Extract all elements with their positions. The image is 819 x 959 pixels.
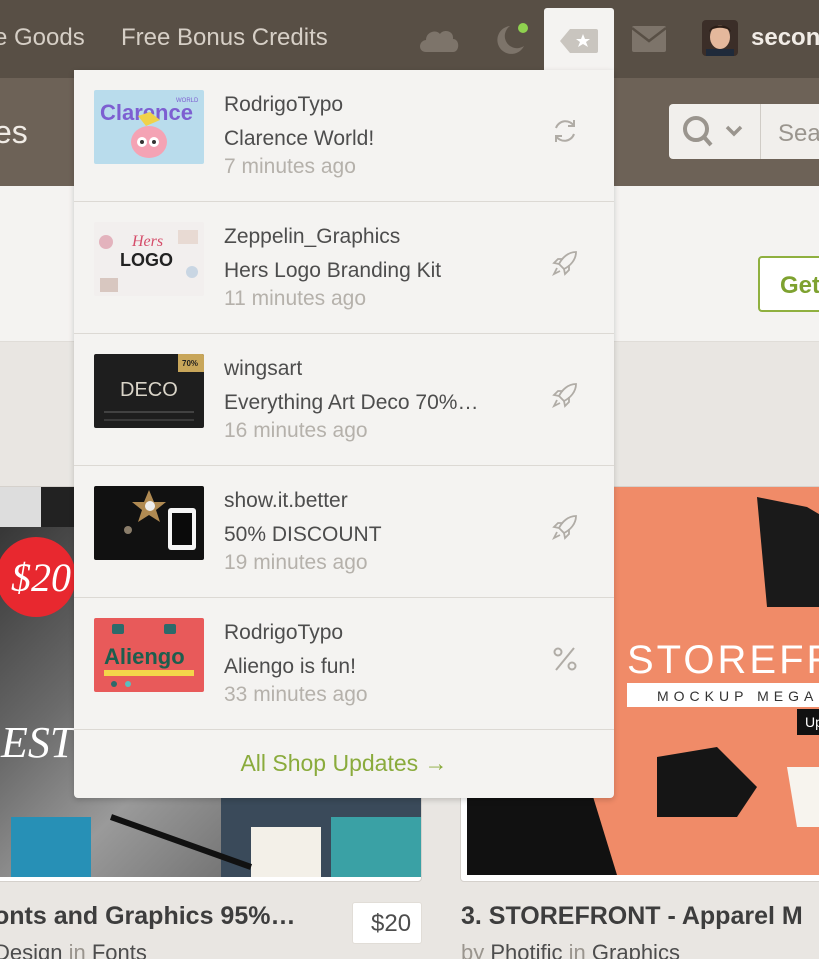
chevron-down-icon <box>725 125 743 137</box>
notification-author[interactable]: show.it.better <box>224 489 348 513</box>
all-shop-updates-link[interactable]: All Shop Updates → <box>74 750 614 777</box>
svg-text:$20: $20 <box>11 555 71 600</box>
notification-item[interactable]: show.it.better 50% DISCOUNT 19 minutes a… <box>74 466 614 598</box>
notification-author[interactable]: Zeppelin_Graphics <box>224 225 400 249</box>
svg-text:STOREFRO: STOREFRO <box>627 638 819 682</box>
shop-updates-dropdown: Clarence WORLD RodrigoTypo Clarence Worl… <box>74 70 614 798</box>
mail-icon[interactable] <box>626 20 672 58</box>
top-nav: e Goods Free Bonus Credits secon <box>0 0 819 78</box>
product-title[interactable]: 3. STOREFRONT - Apparel M <box>461 902 803 931</box>
product-title[interactable]: onts and Graphics 95%… <box>0 902 295 931</box>
notification-item[interactable]: 70% DECO wingsart Everything Art Deco 70… <box>74 334 614 466</box>
notification-title[interactable]: Aliengo is fun! <box>224 655 356 679</box>
notification-thumbnail[interactable]: 70% DECO <box>94 354 204 428</box>
category-link[interactable]: Fonts <box>92 940 147 959</box>
svg-text:MOCKUP MEGA-BU: MOCKUP MEGA-BU <box>657 688 819 704</box>
price-tag: $20 <box>352 902 422 944</box>
notification-author[interactable]: wingsart <box>224 357 302 381</box>
notification-time: 16 minutes ago <box>224 419 368 442</box>
notification-time: 7 minutes ago <box>224 155 356 178</box>
notification-time: 19 minutes ago <box>224 551 368 574</box>
notification-title[interactable]: Clarence World! <box>224 127 374 151</box>
notification-time: 33 minutes ago <box>224 683 368 706</box>
nav-link-goods[interactable]: e Goods <box>0 24 85 52</box>
rocket-icon[interactable] <box>550 512 580 542</box>
user-name[interactable]: secon <box>751 24 819 52</box>
category-link[interactable]: Graphics <box>592 940 680 959</box>
notification-title[interactable]: Hers Logo Branding Kit <box>224 259 441 283</box>
byline-in: in <box>568 940 586 959</box>
notification-item[interactable]: Aliengo RodrigoTypo Aliengo is fun! 33 m… <box>74 598 614 730</box>
svg-text:70%: 70% <box>182 359 198 368</box>
search-placeholder: Sea <box>778 120 819 147</box>
notification-author[interactable]: RodrigoTypo <box>224 621 343 645</box>
search-divider <box>760 104 761 159</box>
shop-updates-tab[interactable] <box>544 8 614 78</box>
svg-text:Hers: Hers <box>131 233 163 250</box>
svg-text:Aliengo: Aliengo <box>104 644 185 669</box>
cloud-icon[interactable] <box>416 20 462 58</box>
product-byline: Design in Fonts <box>0 940 147 959</box>
svg-text:LOGO: LOGO <box>120 250 173 270</box>
get-button[interactable]: Get <box>758 256 819 312</box>
svg-text:Up: Up <box>805 714 819 730</box>
percent-icon[interactable] <box>550 644 580 674</box>
notification-item[interactable]: Hers LOGO Zeppelin_Graphics Hers Logo Br… <box>74 202 614 334</box>
svg-text:DECO: DECO <box>120 379 178 401</box>
refresh-icon[interactable] <box>550 116 580 146</box>
search-icon[interactable] <box>680 114 743 150</box>
notification-thumbnail[interactable]: Aliengo <box>94 618 204 692</box>
byline-in: in <box>68 940 86 959</box>
notification-thumbnail[interactable] <box>94 486 204 560</box>
notification-thumbnail[interactable]: Hers LOGO <box>94 222 204 296</box>
rocket-icon[interactable] <box>550 380 580 410</box>
svg-text:WORLD: WORLD <box>176 98 199 104</box>
notification-author[interactable]: RodrigoTypo <box>224 93 343 117</box>
product-byline: by Photific in Graphics <box>461 940 680 959</box>
notification-time: 11 minutes ago <box>224 287 367 310</box>
moon-notification-icon[interactable] <box>490 20 536 58</box>
section-title: es <box>0 114 28 150</box>
notification-thumbnail[interactable]: Clarence WORLD <box>94 90 204 164</box>
author-link[interactable]: Design <box>0 940 62 959</box>
byline-by: by <box>461 940 485 959</box>
notification-title[interactable]: Everything Art Deco 70%… <box>224 391 478 415</box>
tag-star-icon <box>560 29 598 53</box>
notification-title[interactable]: 50% DISCOUNT <box>224 523 382 547</box>
author-link[interactable]: Photific <box>490 940 562 959</box>
notification-item[interactable]: Clarence WORLD RodrigoTypo Clarence Worl… <box>74 70 614 202</box>
rocket-icon[interactable] <box>550 248 580 278</box>
nav-link-free-bonus-credits[interactable]: Free Bonus Credits <box>121 24 328 52</box>
avatar[interactable] <box>702 20 738 56</box>
